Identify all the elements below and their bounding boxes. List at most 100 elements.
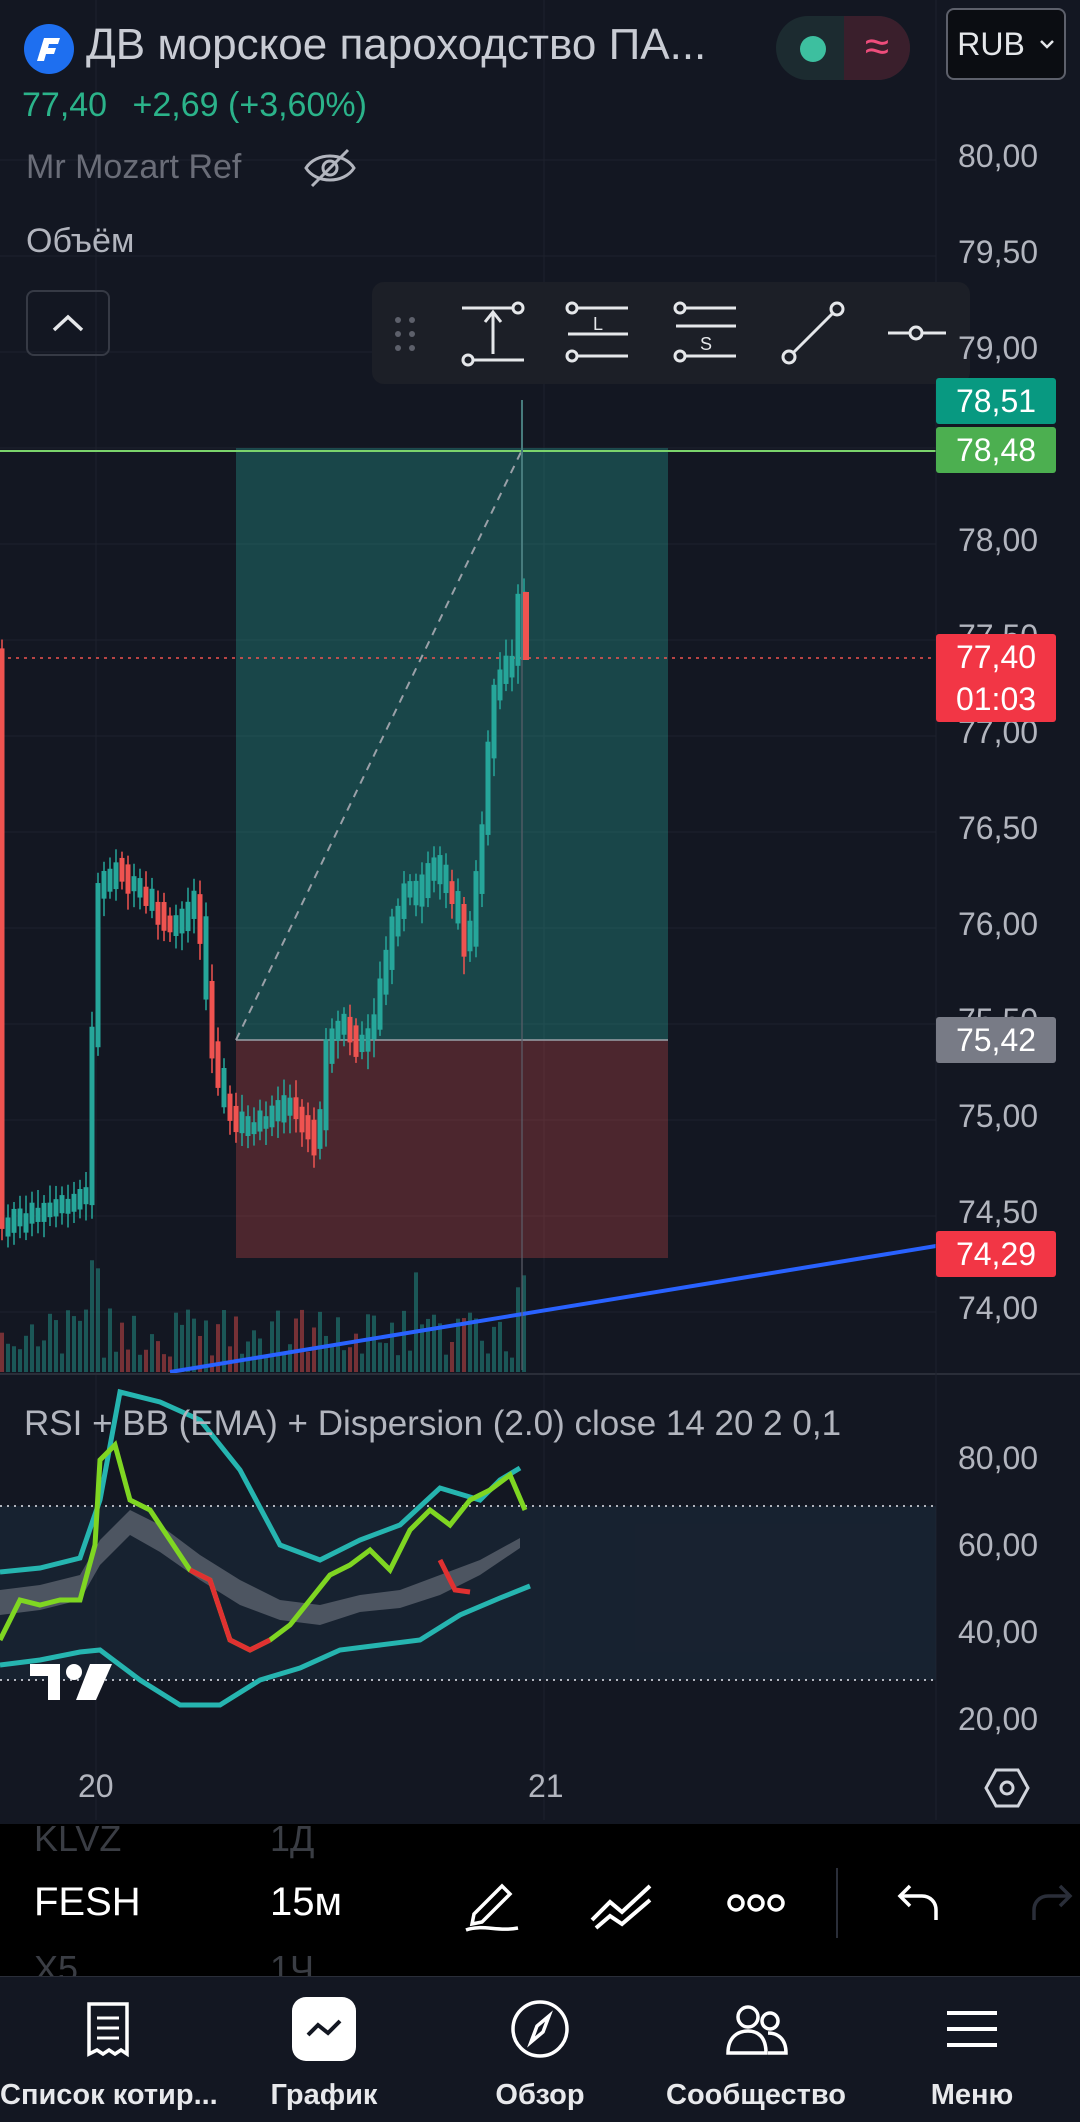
volume-bar (138, 1354, 142, 1372)
volume-bar (324, 1335, 328, 1372)
profit-zone (236, 448, 668, 1040)
nav-label: Сообщество (666, 2079, 846, 2111)
volume-bar (378, 1342, 382, 1372)
high-price-badge: 78,51 (936, 378, 1056, 424)
candle-body (257, 1110, 263, 1132)
trend-line-icon[interactable] (780, 300, 846, 366)
volume-bar (474, 1318, 478, 1372)
chevron-up-icon (52, 314, 84, 332)
volume-bar (366, 1314, 370, 1372)
interval-next[interactable]: 1Ч (270, 1948, 314, 1976)
symbol-selector[interactable]: FESH (34, 1880, 141, 1925)
volume-bar (60, 1353, 64, 1372)
logo-icon (24, 24, 74, 74)
nav-explore[interactable]: Обзор (432, 1977, 648, 2122)
data-delay-icon: ≈ (844, 16, 910, 80)
candle-body (239, 1111, 245, 1134)
nav-watchlist[interactable]: Список котир... (0, 1977, 218, 2122)
candle-body (59, 1195, 65, 1214)
candle-body (473, 871, 479, 947)
volume-bar (264, 1356, 268, 1372)
interval-selector[interactable]: 15м (270, 1880, 342, 1925)
volume-bar (348, 1347, 352, 1372)
bar-countdown: 01:03 (955, 681, 1037, 717)
indicator-name[interactable]: Mr Mozart Ref (26, 148, 241, 187)
volume-bar (450, 1342, 454, 1372)
price-range-icon[interactable] (460, 298, 526, 370)
market-status-pill[interactable]: ≈ (776, 16, 910, 80)
candle-body (77, 1188, 83, 1210)
volume-bar (24, 1335, 28, 1372)
candle-body (371, 1014, 377, 1040)
volume-bar (462, 1318, 466, 1372)
volume-bar (156, 1341, 160, 1372)
volume-bar (12, 1346, 16, 1372)
settings-hex-icon[interactable] (984, 1766, 1030, 1810)
price-tick: 80,00 (958, 138, 1039, 174)
volume-label[interactable]: Объём (26, 222, 134, 261)
candle-body (113, 862, 119, 890)
volume-bar (402, 1310, 406, 1372)
compass-icon (508, 1997, 572, 2061)
price-chart[interactable] (0, 0, 1080, 1820)
volume-bar (132, 1315, 136, 1372)
candle-body (395, 905, 401, 937)
candle-body (347, 1016, 353, 1043)
volume-bar (480, 1340, 484, 1372)
volume-bar (72, 1316, 76, 1372)
candle-body (323, 1039, 329, 1131)
candle-body (101, 870, 107, 899)
interval-prev[interactable]: 1Д (270, 1824, 314, 1860)
indicators-icon[interactable] (588, 1876, 656, 1932)
drag-handle-icon[interactable] (390, 312, 420, 356)
currency-value: RUB (957, 25, 1025, 62)
bottom-navigation: Список котир... График Обзор Сообщество … (0, 1976, 1080, 2122)
candle-body (11, 1208, 17, 1233)
more-icon[interactable] (726, 1890, 786, 1916)
nav-menu[interactable]: Меню (864, 1977, 1080, 2122)
volume-bar (318, 1311, 322, 1372)
undo-icon[interactable] (896, 1880, 940, 1924)
candle-body (467, 920, 473, 952)
trend-line[interactable] (169, 1244, 937, 1374)
nav-label: График (270, 2079, 378, 2111)
volume-bar (252, 1330, 256, 1372)
nav-chart[interactable]: График (216, 1977, 432, 2122)
candle-body (107, 868, 113, 892)
volume-bar (438, 1323, 442, 1372)
volume-bar (300, 1309, 304, 1372)
collapse-indicators-button[interactable] (26, 290, 110, 356)
candle-body (383, 949, 389, 995)
volume-bar (192, 1318, 196, 1372)
redo-icon[interactable] (1030, 1880, 1074, 1924)
stop-price-badge: 74,29 (936, 1231, 1056, 1277)
rsi-indicator-title[interactable]: RSI + BB (EMA) + Dispersion (2.0) close … (24, 1404, 841, 1444)
candle-body (245, 1116, 251, 1137)
eye-off-icon[interactable] (302, 144, 358, 192)
pen-icon[interactable] (462, 1874, 522, 1934)
volume-bar (234, 1316, 238, 1372)
currency-select[interactable]: RUB (946, 8, 1066, 80)
volume-bar (276, 1310, 280, 1372)
long-position-icon[interactable]: L (564, 300, 632, 366)
horizontal-ray-icon[interactable] (886, 316, 948, 350)
candle-body (149, 888, 155, 911)
symbol-title[interactable]: ДВ морское пароходство ПА... (86, 20, 706, 70)
short-position-icon[interactable]: S (672, 300, 740, 366)
volume-bar (126, 1349, 130, 1372)
candle-body (413, 880, 419, 906)
volume-bar (330, 1345, 334, 1372)
candle-body (95, 883, 101, 1048)
drawing-toolbar[interactable]: L S (372, 282, 970, 384)
symbol-prev[interactable]: KLVZ (34, 1824, 121, 1860)
volume-bar (360, 1353, 364, 1372)
symbol-next[interactable]: X5 (34, 1948, 78, 1976)
volume-bar (444, 1354, 448, 1372)
rsi-tick: 20,00 (958, 1701, 1039, 1737)
price-tick: 74,50 (958, 1194, 1039, 1230)
volume-bar (18, 1349, 22, 1372)
volume-bar (396, 1355, 400, 1372)
rsi-tick: 60,00 (958, 1527, 1039, 1563)
nav-community[interactable]: Сообщество (648, 1977, 864, 2122)
rsi-tick: 80,00 (958, 1440, 1039, 1476)
